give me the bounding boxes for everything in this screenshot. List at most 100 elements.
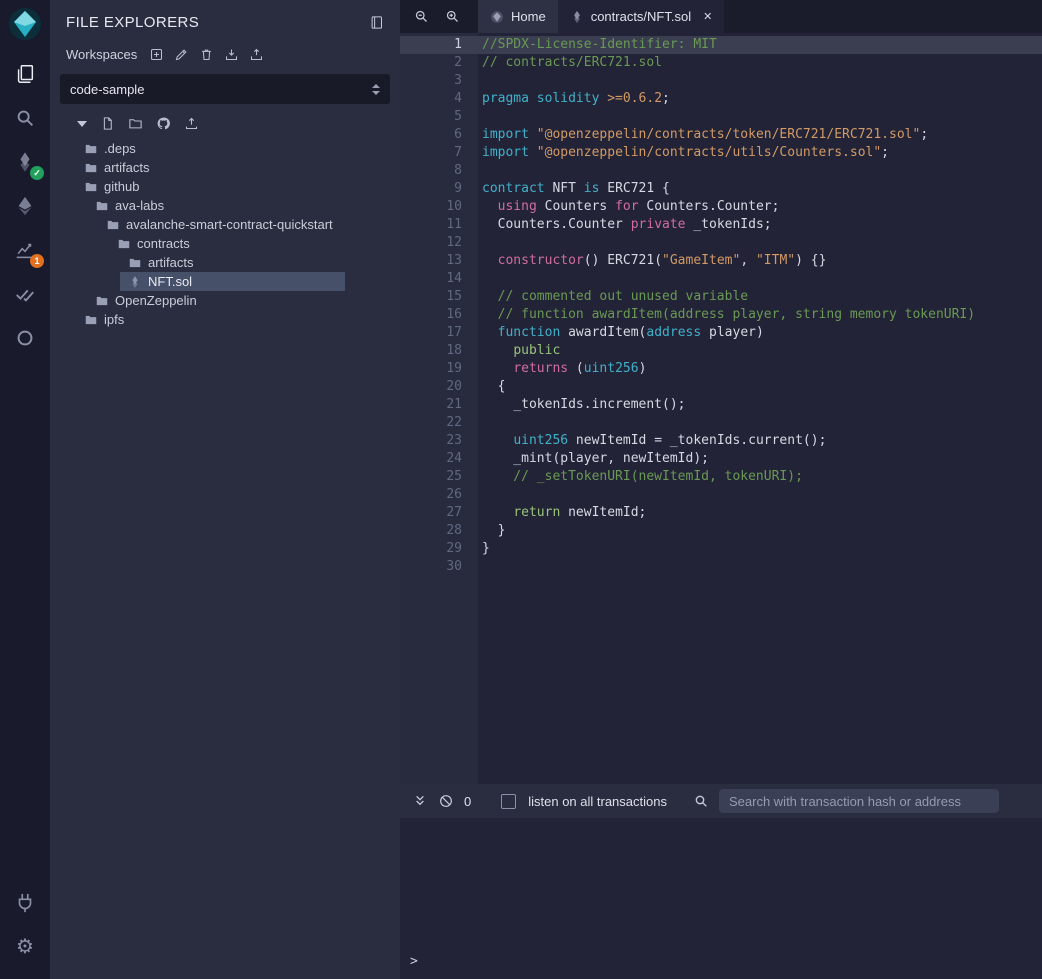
code-line[interactable]: 7import "@openzeppelin/contracts/utils/C… [400, 144, 1042, 162]
code-line[interactable]: 2// contracts/ERC721.sol [400, 54, 1042, 72]
line-number[interactable]: 22 [400, 414, 478, 432]
new-folder-icon[interactable] [128, 116, 143, 131]
code-line[interactable]: 10 using Counters for Counters.Counter; [400, 198, 1042, 216]
close-tab-icon[interactable]: ✕ [703, 10, 712, 23]
search-icon[interactable] [11, 104, 39, 132]
file-explorer-icon[interactable] [11, 60, 39, 88]
line-number[interactable]: 30 [400, 558, 478, 576]
plugin-manager-icon[interactable] [11, 889, 39, 917]
line-number[interactable]: 18 [400, 342, 478, 360]
code-editor[interactable]: 1//SPDX-License-Identifier: MIT2// contr… [400, 33, 1042, 784]
remix-logo-icon[interactable] [7, 6, 43, 42]
line-number[interactable]: 10 [400, 198, 478, 216]
solidity-analyzers-icon[interactable]: 1 [11, 236, 39, 264]
tree-item-folder[interactable]: .deps [50, 139, 400, 158]
tree-item-folder[interactable]: github [50, 177, 400, 196]
line-number[interactable]: 14 [400, 270, 478, 288]
tree-item-folder[interactable]: artifacts [50, 158, 400, 177]
code-line[interactable]: 8 [400, 162, 1042, 180]
code-line[interactable]: 25 // _setTokenURI(newItemId, tokenURI); [400, 468, 1042, 486]
code-line[interactable]: 22 [400, 414, 1042, 432]
code-line[interactable]: 19 returns (uint256) [400, 360, 1042, 378]
upload-file-icon[interactable] [184, 116, 199, 131]
tree-item-folder[interactable]: avalanche-smart-contract-quickstart [50, 215, 400, 234]
terminal-output[interactable]: > [400, 818, 1042, 979]
code-line[interactable]: 28 } [400, 522, 1042, 540]
code-line[interactable]: 27 return newItemId; [400, 504, 1042, 522]
terminal-search-input[interactable] [719, 789, 999, 813]
line-number[interactable]: 20 [400, 378, 478, 396]
code-line[interactable]: 16 // function awardItem(address player,… [400, 306, 1042, 324]
new-file-icon[interactable] [100, 116, 115, 131]
collapse-tree-caret-icon[interactable] [77, 121, 87, 127]
code-line[interactable]: 5 [400, 108, 1042, 126]
download-workspaces-icon[interactable] [224, 47, 239, 62]
code-line[interactable]: 9contract NFT is ERC721 { [400, 180, 1042, 198]
settings-icon[interactable]: ⚙ [11, 933, 39, 961]
code-line[interactable]: 23 uint256 newItemId = _tokenIds.current… [400, 432, 1042, 450]
tree-item-file[interactable]: NFT.sol [50, 272, 400, 291]
debugger-icon[interactable] [11, 324, 39, 352]
code-line[interactable]: 26 [400, 486, 1042, 504]
line-number[interactable]: 28 [400, 522, 478, 540]
deploy-run-icon[interactable] [11, 192, 39, 220]
code-line[interactable]: 4pragma solidity >=0.6.2; [400, 90, 1042, 108]
line-number[interactable]: 4 [400, 90, 478, 108]
line-number[interactable]: 29 [400, 540, 478, 558]
line-number[interactable]: 2 [400, 54, 478, 72]
code-line[interactable]: 11 Counters.Counter private _tokenIds; [400, 216, 1042, 234]
line-number[interactable]: 5 [400, 108, 478, 126]
code-line[interactable]: 21 _tokenIds.increment(); [400, 396, 1042, 414]
line-number[interactable]: 12 [400, 234, 478, 252]
line-number[interactable]: 7 [400, 144, 478, 162]
code-line[interactable]: 12 [400, 234, 1042, 252]
line-number[interactable]: 15 [400, 288, 478, 306]
tree-item-folder[interactable]: ava-labs [50, 196, 400, 215]
github-icon[interactable] [156, 116, 171, 131]
journal-icon[interactable] [369, 15, 384, 30]
tree-item-folder[interactable]: OpenZeppelin [50, 291, 400, 310]
tab-nft-sol[interactable]: contracts/NFT.sol ✕ [558, 0, 725, 33]
code-line[interactable]: 29} [400, 540, 1042, 558]
line-number[interactable]: 27 [400, 504, 478, 522]
zoom-out-icon[interactable] [414, 9, 429, 24]
line-number[interactable]: 13 [400, 252, 478, 270]
code-line[interactable]: 3 [400, 72, 1042, 90]
tree-item-folder[interactable]: contracts [50, 234, 400, 253]
line-number[interactable]: 9 [400, 180, 478, 198]
clear-console-icon[interactable] [438, 793, 454, 809]
code-line[interactable]: 17 function awardItem(address player) [400, 324, 1042, 342]
line-number[interactable]: 19 [400, 360, 478, 378]
line-number[interactable]: 24 [400, 450, 478, 468]
tree-item-folder[interactable]: artifacts [50, 253, 400, 272]
line-number[interactable]: 25 [400, 468, 478, 486]
line-number[interactable]: 26 [400, 486, 478, 504]
code-line[interactable]: 24 _mint(player, newItemId); [400, 450, 1042, 468]
zoom-in-icon[interactable] [445, 9, 460, 24]
line-number[interactable]: 21 [400, 396, 478, 414]
workspace-select[interactable]: code-sample [60, 74, 390, 104]
tree-item-folder[interactable]: ipfs [50, 310, 400, 329]
solidity-unit-testing-icon[interactable] [11, 280, 39, 308]
line-number[interactable]: 1 [400, 36, 478, 54]
line-number[interactable]: 6 [400, 126, 478, 144]
code-line[interactable]: 1//SPDX-License-Identifier: MIT [400, 36, 1042, 54]
code-line[interactable]: 30 [400, 558, 1042, 576]
code-line[interactable]: 18 public [400, 342, 1042, 360]
add-workspace-icon[interactable] [149, 47, 164, 62]
line-number[interactable]: 3 [400, 72, 478, 90]
line-number[interactable]: 8 [400, 162, 478, 180]
line-number[interactable]: 11 [400, 216, 478, 234]
delete-workspace-icon[interactable] [199, 47, 214, 62]
listen-transactions-checkbox[interactable] [501, 794, 516, 809]
restore-workspaces-icon[interactable] [249, 47, 264, 62]
code-line[interactable]: 6import "@openzeppelin/contracts/token/E… [400, 126, 1042, 144]
rename-workspace-icon[interactable] [174, 47, 189, 62]
line-number[interactable]: 16 [400, 306, 478, 324]
solidity-compiler-icon[interactable]: ✓ [11, 148, 39, 176]
code-line[interactable]: 14 [400, 270, 1042, 288]
line-number[interactable]: 17 [400, 324, 478, 342]
tab-home[interactable]: Home [478, 0, 558, 33]
code-line[interactable]: 13 constructor() ERC721("GameItem", "ITM… [400, 252, 1042, 270]
code-line[interactable]: 15 // commented out unused variable [400, 288, 1042, 306]
